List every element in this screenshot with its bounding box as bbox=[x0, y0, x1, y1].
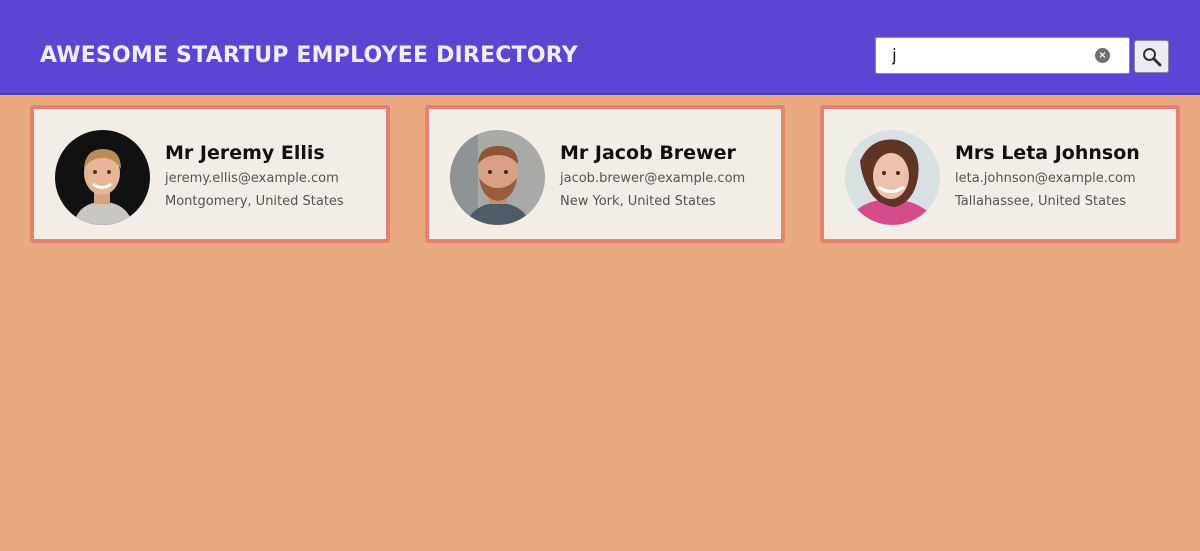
magnifier-icon bbox=[1143, 48, 1162, 67]
app-header: AWESOME STARTUP EMPLOYEE DIRECTORY × bbox=[0, 0, 1200, 95]
employee-name: Mr Jacob Brewer bbox=[560, 142, 736, 164]
x-circle-icon[interactable]: × bbox=[1095, 48, 1110, 63]
employee-location: Tallahassee, United States bbox=[955, 194, 1126, 209]
page-title: AWESOME STARTUP EMPLOYEE DIRECTORY bbox=[40, 43, 578, 68]
employee-name: Mr Jeremy Ellis bbox=[165, 142, 325, 164]
avatar bbox=[55, 130, 150, 225]
employee-email: jeremy.ellis@example.com bbox=[165, 171, 339, 186]
employee-email: jacob.brewer@example.com bbox=[560, 171, 746, 186]
employee-location: Montgomery, United States bbox=[165, 194, 344, 209]
avatar bbox=[845, 130, 940, 225]
employee-location: New York, United States bbox=[560, 194, 716, 209]
search-input[interactable] bbox=[876, 38, 1091, 73]
employee-card[interactable]: Mr Jacob Brewer jacob.brewer@example.com… bbox=[425, 105, 785, 243]
employee-card[interactable]: Mrs Leta Johnson leta.johnson@example.co… bbox=[820, 105, 1180, 243]
search-button[interactable] bbox=[1134, 40, 1169, 73]
employee-card[interactable]: Mr Jeremy Ellis jeremy.ellis@example.com… bbox=[30, 105, 390, 243]
search-box: × bbox=[875, 37, 1130, 74]
avatar bbox=[450, 130, 545, 225]
employee-email: leta.johnson@example.com bbox=[955, 171, 1136, 186]
employee-name: Mrs Leta Johnson bbox=[955, 142, 1140, 164]
